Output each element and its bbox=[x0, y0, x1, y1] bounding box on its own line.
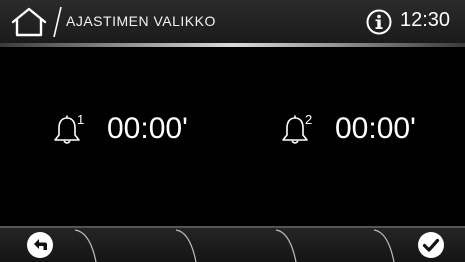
timer-number: 1 bbox=[77, 112, 85, 127]
clock-display: 12:30 bbox=[400, 9, 451, 31]
timer-number: 2 bbox=[305, 112, 313, 127]
page-title: AJASTIMEN VALIKKO bbox=[66, 13, 216, 29]
back-arrow-icon bbox=[27, 232, 53, 258]
timer-value[interactable]: 00:00' bbox=[335, 112, 416, 146]
info-button[interactable] bbox=[366, 9, 392, 35]
checkmark-icon bbox=[418, 232, 444, 258]
back-button[interactable] bbox=[26, 231, 54, 259]
home-button[interactable] bbox=[8, 6, 50, 38]
confirm-button[interactable] bbox=[417, 231, 445, 259]
breadcrumb-separator bbox=[53, 6, 62, 38]
top-bar-divider bbox=[0, 43, 465, 47]
home-icon bbox=[11, 7, 47, 37]
footer-tab-dividers bbox=[74, 229, 395, 262]
timer-value[interactable]: 00:00' bbox=[107, 112, 188, 146]
info-icon bbox=[366, 9, 392, 35]
